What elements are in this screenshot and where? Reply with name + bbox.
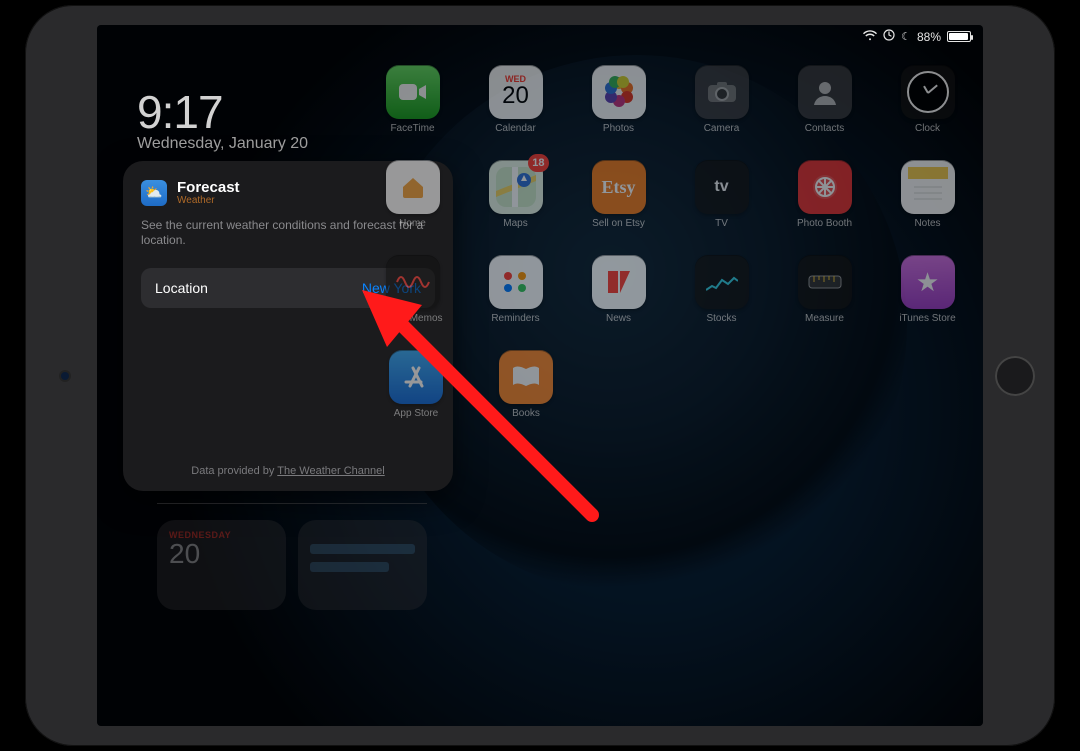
- app-photos[interactable]: Photos: [583, 65, 654, 134]
- app-camera[interactable]: Camera: [686, 65, 757, 134]
- appstore-icon: [389, 350, 443, 404]
- ipad-bezel: ☾ 88% 9:17 Wednesday, January 20 ⛅ Forec…: [25, 5, 1055, 746]
- app-appstore[interactable]: App Store: [377, 350, 455, 419]
- app-label: TV: [715, 218, 728, 229]
- battery-icon: [947, 31, 971, 42]
- voicememos-icon: [386, 255, 440, 309]
- home-screen-apps: FaceTime WED 20 Calendar: [377, 65, 963, 656]
- location-label: Location: [155, 280, 208, 296]
- app-home[interactable]: Home: [377, 160, 448, 229]
- calendar-widget-dimmed[interactable]: WEDNESDAY 20: [157, 520, 286, 610]
- app-label: FaceTime: [390, 123, 434, 134]
- etsy-icon: Etsy: [592, 160, 646, 214]
- itunes-icon: ★: [901, 255, 955, 309]
- maps-badge: 18: [528, 154, 548, 172]
- app-voicememos[interactable]: Voice Memos: [377, 255, 448, 324]
- camera-icon: [695, 65, 749, 119]
- app-photobooth[interactable]: Photo Booth: [789, 160, 860, 229]
- facetime-icon: [386, 65, 440, 119]
- app-measure[interactable]: Measure: [789, 255, 860, 324]
- app-label: Camera: [704, 123, 740, 134]
- app-label: News: [606, 313, 631, 324]
- app-label: Clock: [915, 123, 940, 134]
- provider-prefix: Data provided by: [191, 465, 277, 477]
- rotation-lock-icon: [883, 29, 895, 44]
- app-label: Stocks: [706, 313, 736, 324]
- photobooth-icon: [798, 160, 852, 214]
- app-books[interactable]: Books: [487, 350, 565, 419]
- app-label: Notes: [914, 218, 940, 229]
- app-etsy[interactable]: Etsy Sell on Etsy: [583, 160, 654, 229]
- calendar-widget-day: 20: [169, 538, 274, 570]
- calendar-tile-day: 20: [502, 82, 529, 110]
- app-label: Calendar: [495, 123, 536, 134]
- app-label: iTunes Store: [899, 313, 955, 324]
- app-label: Books: [512, 408, 540, 419]
- lock-time: 9:17: [137, 85, 308, 139]
- home-button[interactable]: [995, 356, 1035, 396]
- reminders-icon: [489, 255, 543, 309]
- app-label: Measure: [805, 313, 844, 324]
- books-icon: [499, 350, 553, 404]
- app-label: Home: [399, 218, 426, 229]
- lock-date: Wednesday, January 20: [137, 135, 308, 153]
- app-stocks[interactable]: Stocks: [686, 255, 757, 324]
- app-maps[interactable]: 18 Maps: [480, 160, 551, 229]
- app-itunes[interactable]: ★ iTunes Store: [892, 255, 963, 324]
- app-reminders[interactable]: Reminders: [480, 255, 551, 324]
- app-clock[interactable]: Clock: [892, 65, 963, 134]
- app-label: Photo Booth: [797, 218, 852, 229]
- notes-icon: [901, 160, 955, 214]
- front-camera: [61, 372, 69, 380]
- weather-app-icon: ⛅: [141, 180, 167, 206]
- news-icon: [592, 255, 646, 309]
- app-label: Photos: [603, 123, 634, 134]
- app-notes[interactable]: Notes: [892, 160, 963, 229]
- measure-icon: [798, 255, 852, 309]
- popover-subtitle: Weather: [177, 195, 240, 206]
- contacts-icon: [798, 65, 852, 119]
- app-label: Contacts: [805, 123, 844, 134]
- app-facetime[interactable]: FaceTime: [377, 65, 448, 134]
- app-contacts[interactable]: Contacts: [789, 65, 860, 134]
- app-label: Maps: [503, 218, 527, 229]
- ipad-screen: ☾ 88% 9:17 Wednesday, January 20 ⛅ Forec…: [97, 25, 983, 726]
- wifi-icon: [863, 30, 877, 44]
- popover-title: Forecast: [177, 179, 240, 196]
- clock-icon: [901, 65, 955, 119]
- app-label: Reminders: [491, 313, 539, 324]
- app-label: App Store: [394, 408, 438, 419]
- calendar-icon: WED 20: [489, 65, 543, 119]
- app-calendar[interactable]: WED 20 Calendar: [480, 65, 551, 134]
- app-label: Voice Memos: [382, 313, 442, 324]
- app-tv[interactable]: tv TV: [686, 160, 757, 229]
- stocks-icon: [695, 255, 749, 309]
- battery-percent-label: 88%: [917, 30, 941, 44]
- status-bar: ☾ 88%: [863, 29, 971, 44]
- app-label: Sell on Etsy: [592, 218, 645, 229]
- photos-icon: [592, 65, 646, 119]
- app-news[interactable]: News: [583, 255, 654, 324]
- provider-link[interactable]: The Weather Channel: [277, 465, 384, 477]
- lock-clock: 9:17 Wednesday, January 20: [137, 85, 308, 153]
- maps-icon: 18: [489, 160, 543, 214]
- home-icon: [386, 160, 440, 214]
- moon-icon: ☾: [901, 30, 911, 43]
- tv-icon: tv: [695, 160, 749, 214]
